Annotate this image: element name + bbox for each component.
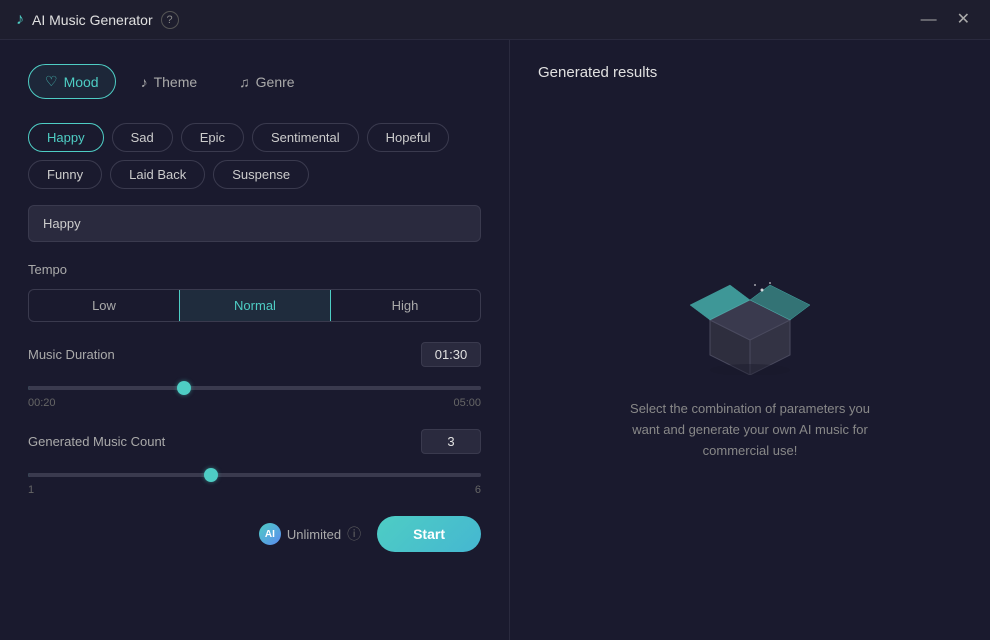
duration-min-label: 00:20 [28, 397, 56, 409]
generated-count-value: 3 [421, 429, 481, 454]
unlimited-info-icon[interactable]: ⓘ [347, 524, 361, 544]
mood-funny[interactable]: Funny [28, 160, 102, 189]
mood-suspense[interactable]: Suspense [213, 160, 309, 189]
tempo-low[interactable]: Low [29, 290, 180, 321]
mood-grid: Happy Sad Epic Sentimental Hopeful Funny… [28, 123, 481, 189]
tempo-label: Tempo [28, 262, 481, 277]
tab-mood-label: Mood [64, 74, 99, 90]
minimize-button[interactable]: — [917, 8, 941, 32]
theme-tab-icon: ♪ [141, 74, 148, 90]
results-content: Select the combination of parameters you… [538, 121, 962, 616]
unlimited-label: Unlimited [287, 527, 341, 542]
close-button[interactable]: ✕ [953, 8, 974, 32]
results-description: Select the combination of parameters you… [620, 399, 880, 461]
music-duration-header: Music Duration 01:30 [28, 342, 481, 367]
generated-count-slider-container: 1 6 [28, 464, 481, 496]
music-duration-value: 01:30 [421, 342, 481, 367]
tab-mood[interactable]: ♡ Mood [28, 64, 116, 99]
mood-laid-back[interactable]: Laid Back [110, 160, 205, 189]
tempo-buttons: Low Normal High [28, 289, 481, 322]
tab-theme-label: Theme [154, 74, 198, 90]
app-body: ♡ Mood ♪ Theme ♫ Genre Happy Sad Epic Se… [0, 40, 990, 640]
mood-happy[interactable]: Happy [28, 123, 104, 152]
generated-count-label: Generated Music Count [28, 434, 165, 449]
tab-theme[interactable]: ♪ Theme [124, 64, 215, 99]
mood-sentimental[interactable]: Sentimental [252, 123, 359, 152]
duration-max-label: 05:00 [453, 397, 481, 409]
title-bar: ♪ AI Music Generator ? — ✕ [0, 0, 990, 40]
mood-sad[interactable]: Sad [112, 123, 173, 152]
tab-genre-label: Genre [256, 74, 295, 90]
unlimited-badge: AI Unlimited ⓘ [259, 523, 361, 545]
music-duration-label: Music Duration [28, 347, 115, 362]
generated-count-range-labels: 1 6 [28, 484, 481, 496]
mood-tab-icon: ♡ [45, 73, 58, 90]
genre-tab-icon: ♫ [239, 74, 250, 90]
music-duration-slider[interactable] [28, 386, 481, 390]
title-bar-left: ♪ AI Music Generator ? [16, 11, 179, 29]
left-panel: ♡ Mood ♪ Theme ♫ Genre Happy Sad Epic Se… [0, 40, 510, 640]
generated-count-header: Generated Music Count 3 [28, 429, 481, 454]
results-title: Generated results [538, 64, 962, 81]
music-duration-section: Music Duration 01:30 00:20 05:00 [28, 342, 481, 409]
tabs: ♡ Mood ♪ Theme ♫ Genre [28, 64, 481, 99]
unlimited-ai-icon: AI [259, 523, 281, 545]
selected-mood-display: Happy [28, 205, 481, 242]
generated-count-section: Generated Music Count 3 1 6 [28, 429, 481, 496]
window-controls: — ✕ [917, 8, 974, 32]
box-illustration [690, 275, 810, 375]
music-duration-range-labels: 00:20 05:00 [28, 397, 481, 409]
tempo-high[interactable]: High [330, 290, 480, 321]
mood-hopeful[interactable]: Hopeful [367, 123, 450, 152]
app-icon: ♪ [16, 11, 24, 29]
music-duration-slider-container: 00:20 05:00 [28, 377, 481, 409]
help-icon[interactable]: ? [161, 11, 179, 29]
bottom-row: AI Unlimited ⓘ Start [28, 516, 481, 552]
count-min-label: 1 [28, 484, 34, 496]
count-max-label: 6 [475, 484, 481, 496]
right-panel: Generated results Select the comb [510, 40, 990, 640]
tempo-normal[interactable]: Normal [179, 289, 331, 322]
start-button[interactable]: Start [377, 516, 481, 552]
selected-mood-value: Happy [43, 216, 81, 231]
tab-genre[interactable]: ♫ Genre [222, 64, 311, 99]
mood-epic[interactable]: Epic [181, 123, 244, 152]
app-title: AI Music Generator [32, 12, 153, 28]
generated-count-slider[interactable] [28, 473, 481, 477]
